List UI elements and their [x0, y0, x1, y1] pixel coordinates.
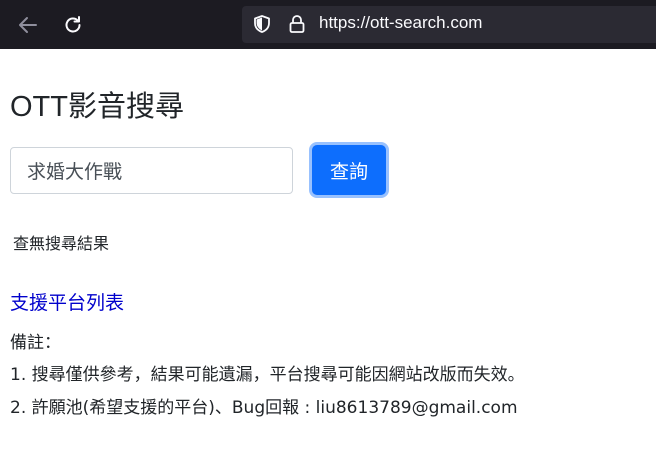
reload-button[interactable]	[61, 13, 85, 37]
url-bar[interactable]: https://ott-search.com	[242, 6, 656, 43]
search-result-message: 查無搜尋結果	[13, 234, 110, 253]
note-line-2: 2. 許願池(希望支援的平台)、Bug回報 : liu8613789@gmail…	[10, 398, 518, 418]
search-button[interactable]: 查詢	[312, 145, 386, 195]
lock-icon[interactable]	[287, 14, 307, 34]
back-button[interactable]	[16, 13, 40, 37]
shield-icon[interactable]	[252, 14, 272, 34]
note-line-1: 1. 搜尋僅供參考，結果可能遺漏，平台搜尋可能因網站改版而失效。	[10, 365, 525, 385]
page-content: OTT影音搜尋 查詢 查無搜尋結果 支援平台列表 備註： 1. 搜尋僅供參考，結…	[0, 49, 656, 462]
browser-toolbar: https://ott-search.com	[0, 0, 656, 49]
reload-icon	[65, 16, 81, 33]
search-input[interactable]	[10, 147, 293, 194]
back-arrow-icon	[19, 17, 37, 33]
notes-title: 備註：	[10, 333, 61, 353]
page-title: OTT影音搜尋	[10, 91, 184, 123]
url-text[interactable]: https://ott-search.com	[319, 13, 482, 33]
platform-list-link[interactable]: 支援平台列表	[10, 288, 124, 315]
